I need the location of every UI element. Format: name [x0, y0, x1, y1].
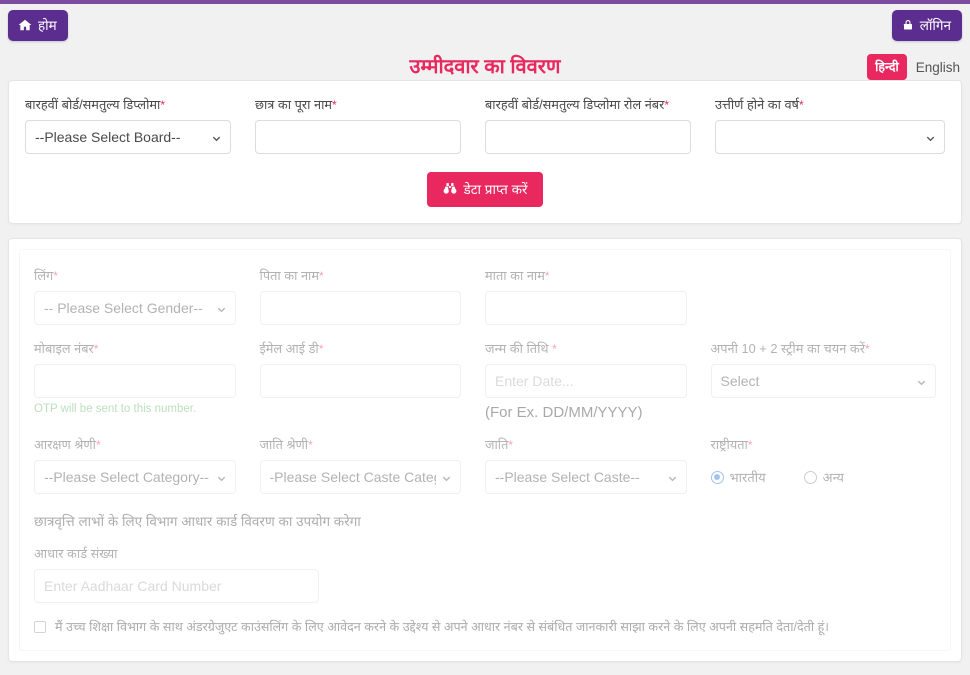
field-roll-number: बारहवीं बोर्ड/समतुल्य डिप्लोमा रोल नंबर* — [485, 95, 715, 154]
mother-name-input[interactable] — [485, 291, 687, 325]
details-row-2: मोबाइल नंबर* OTP will be sent to this nu… — [34, 339, 936, 421]
home-icon — [18, 18, 32, 32]
field-student-name: छात्र का पूरा नाम* — [255, 95, 485, 154]
consent-checkbox[interactable] — [34, 621, 46, 633]
radio-selected-icon — [710, 470, 724, 484]
page-header: होम लॉगिन उम्मीदवार का विवरण हिन्दी Engl… — [0, 4, 970, 80]
nationality-option-other-label: अन्य — [822, 470, 844, 485]
field-nationality: राष्ट्रीयता* भारतीय अन्य — [710, 435, 937, 494]
candidate-details-inner: लिंग* -- Please Select Gender-- पिता का … — [19, 249, 951, 651]
field-passing-year: उत्तीर्ण होने का वर्ष* — [715, 95, 945, 154]
fetch-button-wrap: डेटा प्राप्त करें — [25, 172, 945, 207]
home-button[interactable]: होम — [8, 10, 68, 41]
board-select[interactable]: --Please Select Board-- — [25, 120, 231, 154]
aadhaar-label: आधार कार्ड संख्या — [34, 546, 118, 561]
field-gender: लिंग* -- Please Select Gender-- — [34, 266, 260, 325]
aadhaar-number-input[interactable] — [34, 569, 319, 603]
field-mother-name-label: माता का नाम* — [485, 268, 550, 283]
mobile-input[interactable] — [34, 364, 236, 398]
lang-english-button[interactable]: English — [916, 60, 960, 75]
details-row-1: लिंग* -- Please Select Gender-- पिता का … — [34, 266, 936, 325]
roll-number-input[interactable] — [485, 120, 691, 154]
aadhaar-note: छात्रवृत्ति लाभों के लिए विभाग आधार कार्… — [34, 514, 361, 529]
stream-select[interactable]: Select — [710, 364, 936, 398]
field-mobile-label: मोबाइल नंबर* — [34, 341, 99, 356]
consent-text: मैं उच्च शिक्षा विभाग के साथ अंडरग्रेजुए… — [55, 620, 830, 634]
candidate-details-card: लिंग* -- Please Select Gender-- पिता का … — [8, 238, 962, 662]
board-lookup-row: बारहवीं बोर्ड/समतुल्य डिप्लोमा* --Please… — [25, 95, 945, 154]
caste-category-select[interactable]: -Please Select Caste Category- — [259, 460, 461, 494]
email-input[interactable] — [259, 364, 461, 398]
field-stream-label: अपनी 10 + 2 स्ट्रीम का चयन करें* — [710, 341, 870, 356]
gender-select[interactable]: -- Please Select Gender-- — [34, 291, 236, 325]
fetch-data-button-label: डेटा प्राप्त करें — [463, 182, 528, 197]
passing-year-select[interactable] — [715, 120, 945, 154]
binoculars-icon — [443, 182, 457, 196]
field-nationality-label: राष्ट्रीयता* — [710, 437, 753, 452]
field-reservation-category-label: आरक्षण श्रेणी* — [34, 437, 101, 452]
language-switcher: हिन्दी English — [867, 54, 960, 80]
field-dob-label: जन्म की तिथि * — [485, 341, 557, 356]
field-student-name-label: छात्र का पूरा नाम* — [255, 97, 337, 112]
login-button-label: लॉगिन — [919, 18, 951, 33]
fetch-data-button[interactable]: डेटा प्राप्त करें — [426, 172, 544, 207]
father-name-input[interactable] — [259, 291, 461, 325]
field-mother-name: माता का नाम* — [485, 266, 711, 325]
field-father-name-label: पिता का नाम* — [259, 268, 324, 283]
field-passing-year-label: उत्तीर्ण होने का वर्ष* — [715, 97, 804, 112]
home-button-label: होम — [38, 18, 57, 33]
login-button[interactable]: लॉगिन — [891, 10, 962, 41]
field-gender-label: लिंग* — [34, 268, 58, 283]
field-stream: अपनी 10 + 2 स्ट्रीम का चयन करें* Select — [710, 339, 936, 421]
board-lookup-card: बारहवीं बोर्ड/समतुल्य डिप्लोमा* --Please… — [8, 80, 962, 224]
field-email-label: ईमेल आई डी* — [259, 341, 324, 356]
field-board: बारहवीं बोर्ड/समतुल्य डिप्लोमा* --Please… — [25, 95, 255, 154]
nationality-radio-group: भारतीय अन्य — [710, 460, 937, 494]
field-caste: जाति* --Please Select Caste-- — [485, 435, 711, 494]
field-caste-category-label: जाति श्रेणी* — [259, 437, 313, 452]
details-row-1-spacer — [711, 266, 937, 325]
nationality-option-other[interactable]: अन्य — [803, 468, 844, 486]
field-board-label: बारहवीं बोर्ड/समतुल्य डिप्लोमा* — [25, 97, 166, 112]
radio-unselected-icon — [803, 470, 817, 484]
nationality-option-indian-label: भारतीय — [729, 470, 766, 485]
lang-hindi-button[interactable]: हिन्दी — [867, 54, 907, 80]
dob-help-text: (For Ex. DD/MM/YYYY) — [485, 404, 643, 421]
lock-icon — [902, 18, 914, 32]
page-title: उम्मीदवार का विवरण — [409, 56, 561, 78]
consent-row: मैं उच्च शिक्षा विभाग के साथ अंडरग्रेजुए… — [34, 619, 936, 640]
details-row-3: आरक्षण श्रेणी* --Please Select Category-… — [34, 435, 936, 494]
field-caste-label: जाति* — [485, 437, 514, 452]
mobile-help-text: OTP will be sent to this number. — [34, 403, 197, 415]
caste-select[interactable]: --Please Select Caste-- — [485, 460, 687, 494]
dob-input[interactable] — [485, 364, 687, 398]
field-email: ईमेल आई डी* — [259, 339, 486, 421]
student-name-input[interactable] — [255, 120, 461, 154]
field-father-name: पिता का नाम* — [259, 266, 486, 325]
field-dob: जन्म की तिथि * (For Ex. DD/MM/YYYY) — [485, 339, 711, 421]
nationality-option-indian[interactable]: भारतीय — [710, 468, 766, 486]
field-roll-number-label: बारहवीं बोर्ड/समतुल्य डिप्लोमा रोल नंबर* — [485, 97, 670, 112]
field-caste-category: जाति श्रेणी* -Please Select Caste Catego… — [259, 435, 486, 494]
field-reservation-category: आरक्षण श्रेणी* --Please Select Category-… — [34, 435, 260, 494]
reservation-category-select[interactable]: --Please Select Category-- — [34, 460, 236, 494]
field-mobile: मोबाइल नंबर* OTP will be sent to this nu… — [34, 339, 260, 421]
